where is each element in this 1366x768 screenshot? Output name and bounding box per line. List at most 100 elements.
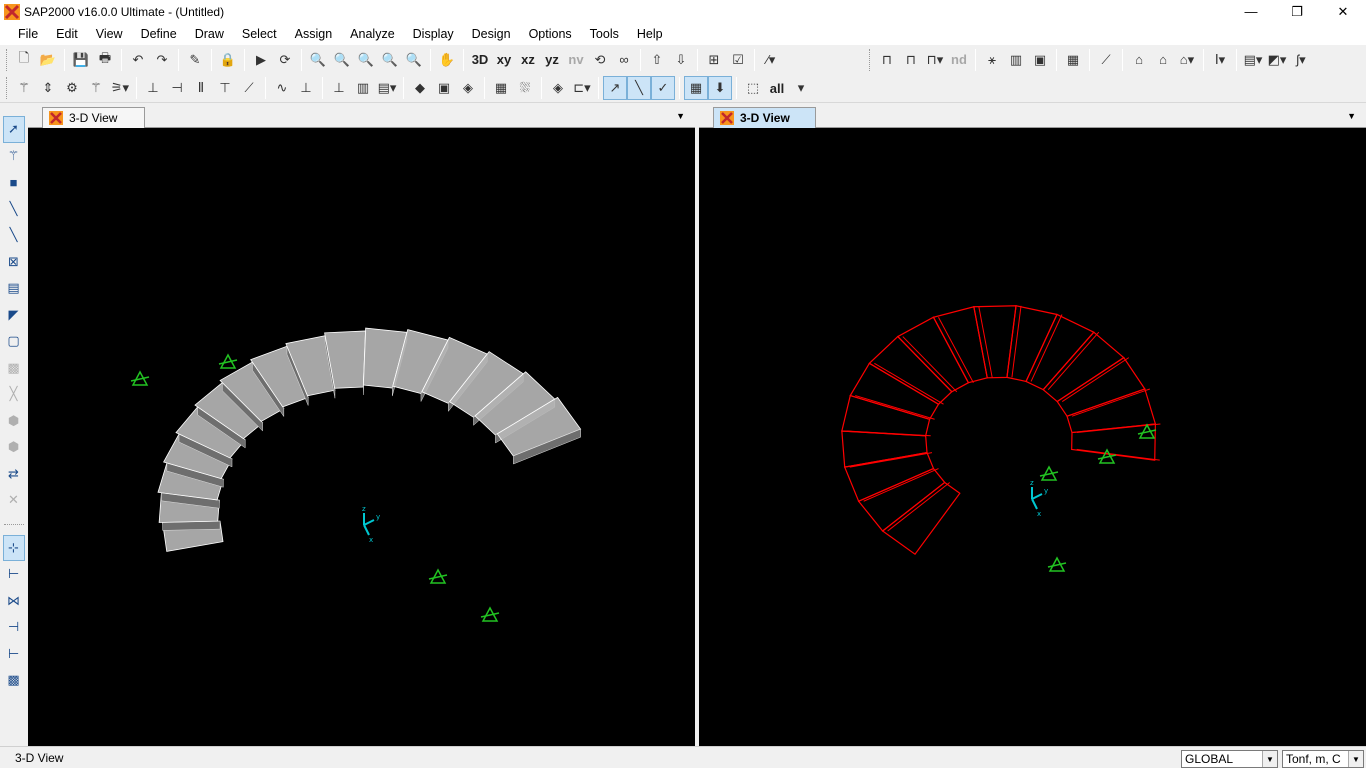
show-grid-lines-icon[interactable]: ▦ <box>489 76 513 100</box>
close-button[interactable]: ✕ <box>1320 0 1366 23</box>
reshape-icon[interactable]: ⚚ <box>3 143 25 170</box>
assign-frame-releases-icon[interactable]: ⊣ <box>165 76 189 100</box>
select-perpendicular-icon[interactable]: ⊣ <box>3 614 25 641</box>
print-icon[interactable]: 🖶 <box>93 48 117 72</box>
menu-file[interactable]: File <box>9 27 47 41</box>
design-steel-dropdown-icon[interactable]: ▤▾ <box>1241 48 1265 72</box>
view-xz-button[interactable]: xz <box>516 48 540 72</box>
show-virtual-work-dropdown-icon[interactable]: ⌂▾ <box>1175 48 1199 72</box>
run-now-icon[interactable]: ⟳ <box>273 48 297 72</box>
quick-draw-frame-icon[interactable]: ╲ <box>3 222 25 249</box>
view-xy-button[interactable]: xy <box>492 48 516 72</box>
menu-analyze[interactable]: Analyze <box>341 27 403 41</box>
menu-draw[interactable]: Draw <box>186 27 233 41</box>
menu-assign[interactable]: Assign <box>286 27 342 41</box>
toolbar-grip[interactable] <box>6 77 9 99</box>
snap-to-intersections-icon[interactable]: ✓ <box>651 76 675 100</box>
redo-icon[interactable]: ↷ <box>150 48 174 72</box>
draw-portal-icon[interactable]: ⊓ <box>899 48 923 72</box>
save-icon[interactable]: 💾 <box>69 48 93 72</box>
assign-frame-load-icon[interactable]: ▥ <box>351 76 375 100</box>
select-frame-end-icon[interactable]: ⊢ <box>3 561 25 588</box>
view-3d-button[interactable]: 3D <box>468 48 492 72</box>
move-down-icon[interactable]: ⇩ <box>669 48 693 72</box>
menu-view[interactable]: View <box>87 27 132 41</box>
divide-dropdown-icon[interactable]: ⊏▾ <box>570 76 594 100</box>
quick-draw-area-icon[interactable]: ◈ <box>456 76 480 100</box>
menu-options[interactable]: Options <box>520 27 581 41</box>
select-by-points-icon[interactable]: ⊹ <box>2 534 25 561</box>
draw-truss-dropdown-icon[interactable]: ⊓▾ <box>923 48 947 72</box>
snap-to-points-icon[interactable]: ↗ <box>603 76 627 100</box>
draw-poly-area-icon[interactable]: ◤ <box>3 302 25 329</box>
menu-tools[interactable]: Tools <box>581 27 628 41</box>
draw-link-icon[interactable]: ╳ <box>3 381 25 408</box>
right-stair-model[interactable]: z y x <box>699 128 1366 746</box>
draw-rect-area-icon[interactable]: ▢ <box>3 328 25 355</box>
assign-joint-mass-icon[interactable]: ⚙ <box>60 76 84 100</box>
perspective-glasses-icon[interactable]: ∞ <box>612 48 636 72</box>
zoom-out-icon[interactable]: 🔍 <box>402 48 426 72</box>
assign-joint-pattern-dropdown-icon[interactable]: ⚞▾ <box>108 76 132 100</box>
right-view-tab[interactable]: 3-D View <box>713 107 816 128</box>
right-3d-viewport[interactable]: z y x <box>699 128 1366 746</box>
left-view-tab[interactable]: 3-D View <box>42 107 145 128</box>
select-all-dropdown-icon[interactable]: ▾ <box>789 76 813 100</box>
draw-rectangular-area-icon[interactable]: ▣ <box>432 76 456 100</box>
design-cold-formed-dropdown-icon[interactable]: ʃ▾ <box>1289 48 1313 72</box>
snap-to-lines-icon[interactable]: ╲ <box>627 76 651 100</box>
draw-frame-icon[interactable]: ⊓ <box>875 48 899 72</box>
section-designer-dropdown-icon[interactable]: Ⅰ▾ <box>1208 48 1232 72</box>
quick-draw-braces-icon[interactable]: ⊠ <box>3 249 25 276</box>
assign-joint-load-icon[interactable]: ⊥ <box>327 76 351 100</box>
menu-help[interactable]: Help <box>628 27 672 41</box>
select-intersecting-icon[interactable]: ⋈ <box>3 588 25 615</box>
assign-frame-local-axes-icon[interactable]: ⟋ <box>237 76 261 100</box>
minimize-button[interactable]: — <box>1228 0 1274 23</box>
view-nv-button[interactable]: nv <box>564 48 588 72</box>
snap-perpendicular-icon[interactable]: ⬇ <box>708 76 732 100</box>
zoom-window-icon[interactable]: 🔍 <box>306 48 330 72</box>
assign-area-section-icon[interactable]: ⊥ <box>294 76 318 100</box>
menu-edit[interactable]: Edit <box>47 27 87 41</box>
restore-button[interactable]: ❐ <box>1274 0 1320 23</box>
assign-frame-section-icon[interactable]: ⊥ <box>141 76 165 100</box>
select-parallel-icon[interactable]: ⊢ <box>3 641 25 668</box>
draw-dimension-icon[interactable]: ✕ <box>3 487 25 514</box>
rotate-view-icon[interactable]: ⟲ <box>588 48 612 72</box>
show-deformed-icon[interactable]: ⟋ <box>1094 48 1118 72</box>
view-yz-button[interactable]: yz <box>540 48 564 72</box>
menu-design[interactable]: Design <box>463 27 520 41</box>
show-checkbox-icon[interactable]: ☑ <box>726 48 750 72</box>
show-stress-icon[interactable]: ⌂ <box>1151 48 1175 72</box>
menu-select[interactable]: Select <box>233 27 286 41</box>
pointer-select-icon[interactable]: ➚ <box>2 116 25 143</box>
draw-special-joint-icon[interactable]: ■ <box>3 169 25 196</box>
draw-solid-icon[interactable]: ⬢ <box>3 408 25 435</box>
assign-area-load-dropdown-icon[interactable]: ▤▾ <box>375 76 399 100</box>
draw-frame-cable-icon[interactable]: ╲ <box>3 196 25 223</box>
design-concrete-dropdown-icon[interactable]: ◩▾ <box>1265 48 1289 72</box>
coord-system-select[interactable]: GLOBAL ▼ <box>1181 750 1278 768</box>
show-reactions-icon[interactable]: ▣ <box>1028 48 1052 72</box>
show-mode-shape-icon[interactable]: ⌂ <box>1127 48 1151 72</box>
open-folder-icon[interactable]: 📂 <box>36 48 60 72</box>
right-tab-dropdown-icon[interactable]: ▼ <box>1347 111 1356 121</box>
new-model-icon[interactable]: 🗋 <box>12 48 36 72</box>
undo-icon[interactable]: ↶ <box>126 48 150 72</box>
nd-button[interactable]: nd <box>947 48 971 72</box>
zoom-previous-icon[interactable]: 🔍 <box>354 48 378 72</box>
display-undeformed-icon[interactable]: ⊞ <box>702 48 726 72</box>
assign-link-icon[interactable]: ∿ <box>270 76 294 100</box>
extrude-icon[interactable]: ⛆ <box>513 76 537 100</box>
move-up-icon[interactable]: ⇧ <box>645 48 669 72</box>
zoom-in-icon[interactable]: 🔍 <box>378 48 402 72</box>
show-tables-icon[interactable]: ▦ <box>1061 48 1085 72</box>
assign-joint-spring-icon[interactable]: ⇕ <box>36 76 60 100</box>
display-options-dropdown-icon[interactable]: ⁄▾ <box>759 48 783 72</box>
toolbar-grip[interactable] <box>869 48 872 71</box>
toolbar-grip[interactable] <box>6 48 9 71</box>
assign-local-axes-icon[interactable]: ⚚ <box>84 76 108 100</box>
quick-draw-solid-icon[interactable]: ⬢ <box>3 434 25 461</box>
select-last-icon[interactable]: ⬚ <box>741 76 765 100</box>
